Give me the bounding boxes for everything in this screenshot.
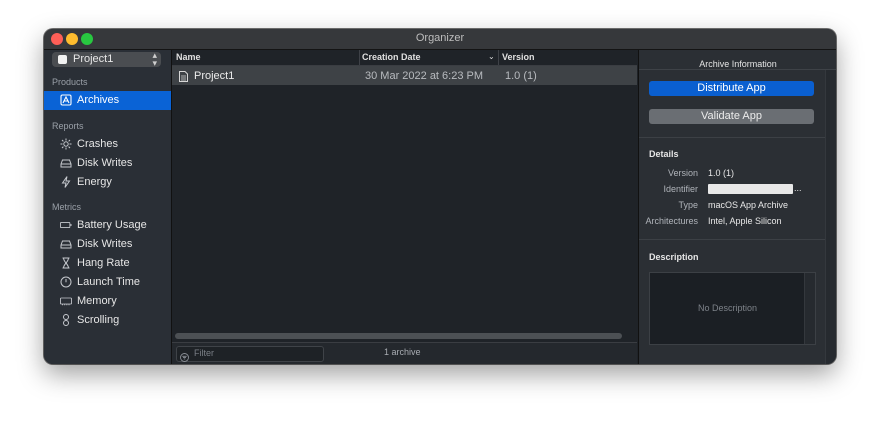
identifier-ellipsis: ... (794, 183, 802, 193)
table-row[interactable]: Project1 30 Mar 2022 at 6:23 PM 1.0 (1) (172, 66, 637, 85)
sidebar-item-label: Battery Usage (77, 219, 147, 231)
column-divider (359, 50, 360, 65)
filter-placeholder: Filter (194, 348, 214, 358)
sidebar-item-crashes[interactable]: Crashes (44, 135, 171, 154)
organizer-window: Organizer Project1 ▴ ▾ Products Archives … (44, 29, 836, 364)
description-scrollbar[interactable] (804, 273, 815, 344)
architectures-value: Intel, Apple Silicon (708, 216, 782, 226)
archives-list: Name Creation Date ⌄ Version Project1 30… (172, 50, 637, 364)
sidebar-item-disk-writes-report[interactable]: Disk Writes (44, 154, 171, 173)
archive-creation-date: 30 Mar 2022 at 6:23 PM (365, 70, 484, 82)
sort-chevron-icon: ⌄ (488, 52, 495, 61)
distribute-app-button[interactable]: Distribute App (649, 81, 814, 96)
divider (639, 137, 825, 138)
scroll-icon (60, 314, 72, 326)
filter-field[interactable]: Filter (176, 346, 324, 362)
disk-icon (60, 157, 72, 169)
column-header-name[interactable]: Name (176, 52, 201, 62)
column-header-creation-date[interactable]: Creation Date (362, 52, 421, 62)
sidebar-item-label: Launch Time (77, 276, 140, 288)
vertical-scrollbar[interactable] (825, 70, 836, 364)
chevron-updown-icon: ▴ ▾ (152, 50, 157, 68)
project-selector-label: Project1 (73, 53, 114, 65)
project-selector[interactable]: Project1 ▴ ▾ (52, 50, 161, 68)
description-field[interactable]: No Description (649, 272, 816, 345)
validate-app-button[interactable]: Validate App (649, 109, 814, 124)
column-divider (498, 50, 499, 65)
sidebar: Project1 ▴ ▾ Products Archives Reports Cr… (44, 50, 172, 364)
sidebar-item-hang-rate[interactable]: Hang Rate (44, 254, 171, 273)
project-icon (58, 55, 67, 64)
architectures-label: Architectures (645, 216, 698, 226)
panel-header: Archive Information (639, 50, 836, 70)
type-value: macOS App Archive (708, 200, 789, 210)
archive-name: Project1 (194, 70, 235, 82)
memory-chip-icon (60, 295, 72, 307)
crash-icon (60, 138, 72, 150)
disk-icon (60, 238, 72, 250)
document-icon (179, 69, 188, 82)
sidebar-item-label: Energy (77, 176, 112, 188)
sidebar-item-label: Archives (77, 94, 120, 106)
bottom-bar: Filter 1 archive (172, 342, 637, 364)
version-label: Version (667, 168, 698, 178)
table-header: Name Creation Date ⌄ Version (172, 50, 637, 66)
sidebar-item-label: Hang Rate (77, 257, 130, 269)
archive-version: 1.0 (1) (505, 70, 537, 82)
title-bar: Organizer (44, 29, 836, 50)
filter-icon (180, 349, 189, 362)
archive-count: 1 archive (384, 347, 421, 357)
sidebar-item-label: Memory (77, 295, 117, 307)
column-header-version[interactable]: Version (502, 52, 535, 62)
sidebar-item-disk-writes-metric[interactable]: Disk Writes (44, 235, 171, 254)
hourglass-icon (60, 257, 72, 269)
clock-icon (60, 276, 72, 288)
sidebar-item-memory[interactable]: Memory (44, 292, 171, 311)
sidebar-item-scrolling[interactable]: Scrolling (44, 311, 171, 330)
panel-title: Archive Information (699, 59, 777, 69)
window-title: Organizer (415, 32, 465, 44)
description-placeholder: No Description (697, 303, 758, 313)
type-label: Type (678, 200, 698, 210)
sidebar-item-label: Disk Writes (77, 157, 133, 169)
section-metrics: Metrics (52, 202, 81, 212)
sidebar-item-archives[interactable]: Archives (44, 91, 171, 110)
description-heading: Description (649, 252, 699, 262)
identifier-label: Identifier (663, 184, 698, 194)
archive-information-panel: Archive Information Distribute App Valid… (638, 50, 836, 364)
details-heading: Details (649, 149, 679, 159)
sidebar-item-label: Crashes (77, 138, 118, 150)
archive-icon (60, 94, 72, 106)
sidebar-item-label: Disk Writes (77, 238, 133, 250)
section-products: Products (52, 77, 88, 87)
identifier-redacted-value (708, 184, 793, 194)
sidebar-item-launch-time[interactable]: Launch Time (44, 273, 171, 292)
sidebar-item-label: Scrolling (77, 314, 120, 326)
horizontal-scrollbar[interactable] (175, 333, 622, 339)
energy-bolt-icon (60, 176, 72, 188)
battery-icon (60, 219, 72, 231)
version-value: 1.0 (1) (708, 168, 735, 178)
section-reports: Reports (52, 121, 84, 131)
divider (639, 239, 825, 240)
sidebar-item-battery-usage[interactable]: Battery Usage (44, 216, 171, 235)
sidebar-item-energy[interactable]: Energy (44, 173, 171, 192)
